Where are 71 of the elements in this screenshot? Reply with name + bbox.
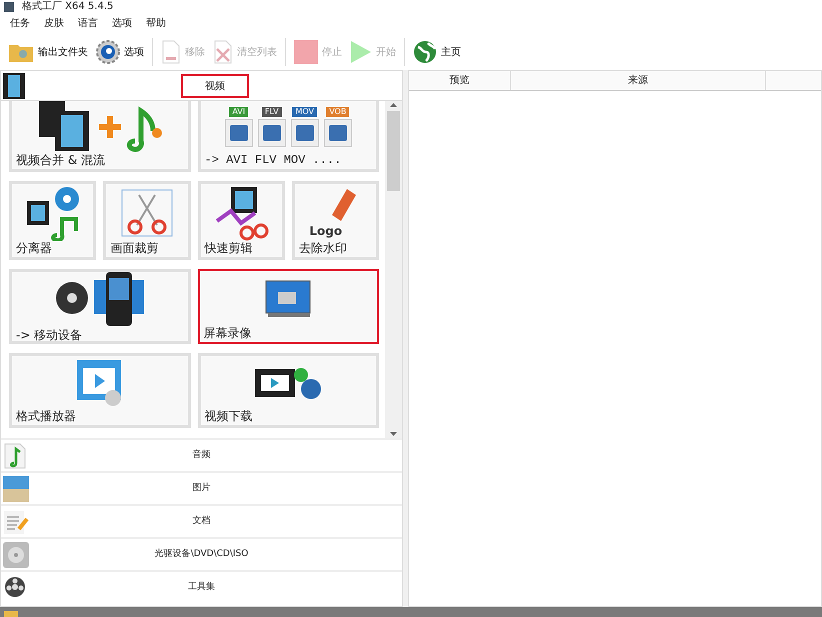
column-header[interactable]: 预览 — [409, 71, 511, 90]
category-label: 图片 — [192, 482, 212, 495]
toolbar-button[interactable]: 主页 — [409, 37, 465, 67]
music-note-icon — [3, 442, 27, 468]
menu-item[interactable]: 语言 — [78, 16, 98, 30]
folder-icon — [4, 611, 18, 617]
tile-label: 格式播放器 — [16, 409, 77, 423]
globe-icon — [413, 40, 437, 64]
category-row[interactable]: 文档 — [1, 504, 402, 537]
tile-label: -> 移动设备 — [16, 328, 84, 342]
category-row[interactable]: 图片 — [1, 471, 402, 504]
format-tag: VOB — [326, 106, 350, 116]
tool-tile[interactable]: 视频下载 — [198, 353, 379, 428]
play-icon — [350, 40, 372, 64]
tile-label: 屏幕录像 — [204, 326, 252, 340]
logo-text: Logo — [309, 224, 342, 238]
window-title: 格式工厂 X64 5.4.5 — [22, 2, 114, 12]
toolbar-button[interactable]: 输出文件夹 — [4, 37, 92, 67]
tile-label: 画面裁剪 — [110, 241, 160, 255]
category-row[interactable]: 光驱设备\DVD\CD\ISO — [1, 537, 402, 570]
tile-label: 视频合并 & 混流 — [16, 153, 106, 167]
tool-tile[interactable]: 屏幕录像 — [198, 269, 379, 344]
column-header[interactable]: 来源 — [511, 71, 766, 90]
landscape-picture-icon — [3, 476, 29, 502]
scrollbar-thumb[interactable] — [387, 111, 400, 191]
screen-icon — [262, 124, 281, 140]
document-minus-icon — [161, 40, 181, 64]
menu-item[interactable]: 选项 — [112, 16, 132, 30]
menu-item[interactable]: 任务 — [10, 16, 30, 30]
tool-tile[interactable]: AVI FLV MOV VOB -> AVI FLV MOV .... — [198, 101, 379, 172]
document-pencil-icon — [3, 508, 29, 534]
tool-tile[interactable]: 快速剪辑 — [198, 181, 285, 260]
tool-tile[interactable]: 格式播放器 — [9, 353, 190, 428]
toolbar-button[interactable]: 选项 — [92, 37, 148, 67]
stop-square-icon — [294, 40, 318, 64]
tool-tile[interactable]: 视频合并 & 混流 — [9, 101, 190, 172]
format-tag: AVI — [229, 106, 248, 116]
tile-label: 快速剪辑 — [204, 241, 254, 255]
disc-drive-icon — [3, 542, 29, 568]
category-label: 音频 — [192, 448, 212, 462]
category-label: 光驱设备\DVD\CD\ISO — [154, 548, 250, 561]
tool-tile[interactable]: Logo 去除水印 — [292, 181, 379, 260]
app-icon — [4, 2, 14, 12]
scroll-down-icon — [390, 432, 397, 436]
tool-tile[interactable]: 分离器 — [9, 181, 96, 260]
gear-icon — [96, 40, 120, 64]
menu-item[interactable]: 皮肤 — [44, 16, 64, 30]
category-row[interactable]: 音频 — [1, 438, 402, 471]
tile-label: -> AVI FLV MOV .... — [204, 153, 342, 167]
menu-item[interactable]: 帮助 — [146, 16, 166, 30]
category-title: 视频 — [181, 74, 249, 98]
category-label: 工具集 — [187, 580, 216, 594]
tool-tile[interactable]: 画面裁剪 — [103, 181, 190, 260]
scrollbar[interactable] — [385, 101, 402, 438]
tile-label: 分离器 — [16, 241, 53, 255]
format-tag: MOV — [292, 106, 318, 116]
format-tag: FLV — [262, 106, 282, 116]
category-row[interactable]: 工具集 — [1, 570, 402, 603]
category-label: 文档 — [192, 514, 212, 528]
scroll-up-icon — [390, 103, 397, 107]
screen-icon — [328, 124, 347, 140]
screen-icon — [296, 124, 314, 140]
camcorder-screen-icon — [265, 280, 312, 318]
film-strip-icon — [3, 72, 25, 98]
screen-icon — [230, 124, 248, 140]
document-cross-icon — [213, 40, 233, 64]
film-scissors-icon — [213, 184, 270, 240]
tile-label: 视频下载 — [204, 409, 254, 423]
crop-scissors-icon — [118, 186, 175, 238]
tool-tile[interactable]: -> 移动设备 — [9, 269, 190, 344]
tile-label: 去除水印 — [298, 241, 348, 255]
